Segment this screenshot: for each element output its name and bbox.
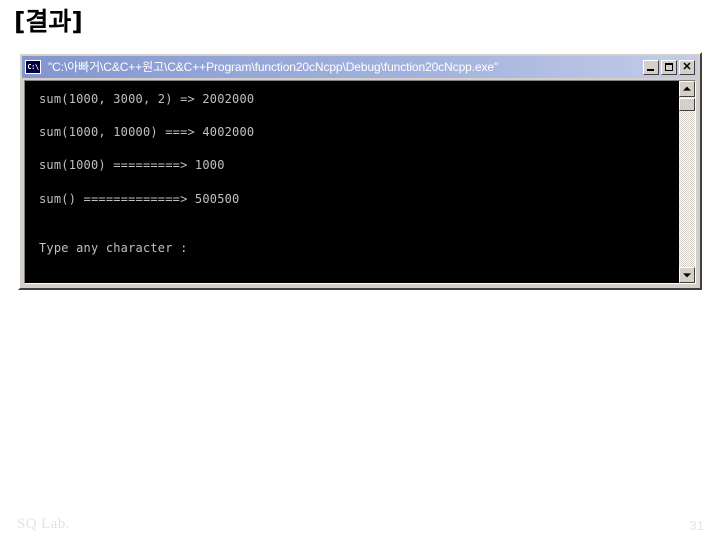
console-line: sum(1000, 3000, 2) => 2002000 [39, 92, 255, 106]
footer-lab-label: SQ Lab. [17, 516, 70, 532]
maximize-button[interactable] [661, 59, 677, 75]
console-line: sum() =============> 500500 [39, 191, 240, 206]
scrollbar-track[interactable] [679, 97, 695, 267]
scroll-up-button[interactable] [679, 81, 695, 97]
window-title-bar[interactable]: C:\ "C:\아빠거\C&C++원고\C&C++Program\functio… [22, 56, 698, 78]
console-output-text: sum(1000, 3000, 2) => 2002000 sum(1000, … [25, 81, 678, 283]
console-line: Type any character : [39, 241, 195, 256]
slide-page-number: 31 [689, 518, 704, 533]
window-title-text: "C:\아빠거\C&C++원고\C&C++Program\function20c… [48, 60, 499, 74]
close-icon: ✕ [682, 60, 692, 73]
minimize-icon [647, 68, 654, 71]
chevron-up-icon [683, 86, 691, 91]
chevron-down-icon [683, 273, 691, 278]
maximize-icon [665, 62, 673, 71]
cmd-prompt-icon[interactable]: C:\ [25, 60, 41, 74]
console-window: C:\ "C:\아빠거\C&C++원고\C&C++Program\functio… [18, 52, 702, 290]
console-client-area[interactable]: sum(1000, 3000, 2) => 2002000 sum(1000, … [24, 80, 696, 284]
scrollbar-thumb[interactable] [679, 98, 695, 111]
scroll-down-button[interactable] [679, 267, 695, 283]
page-title: [결과] [14, 7, 83, 36]
close-button[interactable]: ✕ [679, 59, 695, 75]
window-controls: ✕ [643, 59, 695, 75]
minimize-button[interactable] [643, 59, 659, 75]
console-line: sum(1000) =========> 1000 [39, 158, 225, 173]
console-line: sum(1000, 10000) ===> 4002000 [39, 125, 255, 140]
vertical-scrollbar[interactable] [678, 81, 695, 283]
